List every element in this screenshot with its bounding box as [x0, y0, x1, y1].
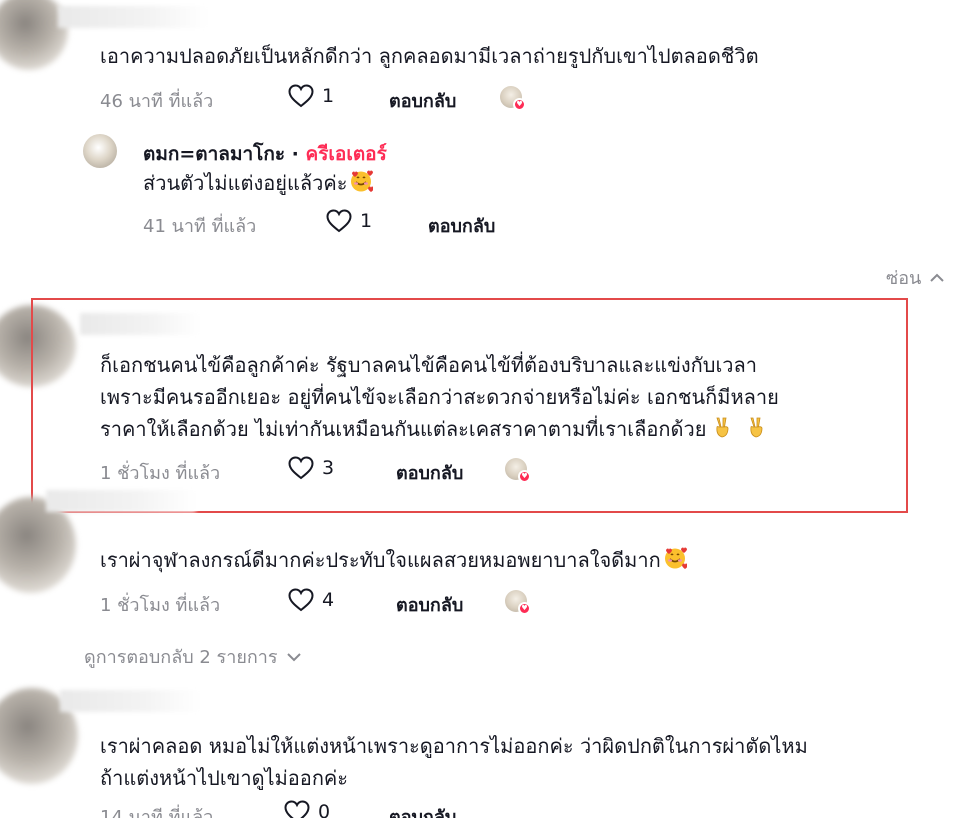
like-count: 0: [318, 801, 331, 818]
creator-heart-badge-icon: ♥: [513, 98, 526, 111]
view-replies-button[interactable]: ดูการตอบกลับ 2 รายการ: [84, 642, 302, 671]
reply-button[interactable]: ตอบกลับ: [428, 211, 495, 240]
comment-time: 46 นาที ที่แล้ว: [100, 91, 214, 112]
heart-outline-icon[interactable]: [288, 84, 314, 108]
like-button[interactable]: 1: [288, 84, 334, 108]
view-replies-label: ดูการตอบกลับ 2 รายการ: [84, 647, 278, 668]
username[interactable]: [60, 690, 200, 712]
like-count: 1: [322, 85, 335, 107]
comment-text-content: เราผ่าจุฬาลงกรณ์ดีมากค่ะประทับใจแผลสวยหม…: [100, 548, 661, 572]
reply-time: 41 นาที ที่แล้ว: [143, 216, 257, 237]
name-separator: ·: [285, 143, 306, 165]
hide-label: ซ่อน: [886, 268, 922, 289]
like-count: 1: [360, 210, 373, 232]
smiling-face-with-hearts-emoji: [663, 546, 687, 570]
heart-outline-icon[interactable]: [288, 588, 314, 612]
author-name[interactable]: ตมก=ตาลมาโกะ: [143, 143, 285, 165]
comment-text: เราผ่าจุฬาลงกรณ์ดีมากค่ะประทับใจแผลสวยหม…: [100, 545, 687, 576]
highlight-box: [31, 298, 908, 513]
like-button[interactable]: 1: [326, 209, 372, 233]
author-avatar[interactable]: [83, 134, 117, 168]
chevron-down-icon: [286, 652, 301, 661]
username[interactable]: [46, 490, 196, 512]
like-button[interactable]: 4: [288, 588, 334, 612]
smiling-face-with-hearts-emoji: [349, 169, 373, 193]
comment-time: 14 นาที ที่แล้ว: [100, 807, 214, 818]
hide-replies-button[interactable]: ซ่อน: [886, 263, 945, 292]
comment-text: ถ้าแต่งหน้าไปเขาดูไม่ออกค่ะ: [100, 766, 349, 790]
heart-outline-icon[interactable]: [284, 800, 310, 818]
reply-button[interactable]: ตอบกลับ: [396, 590, 463, 619]
author-name-line: ตมก=ตาลมาโกะ · ครีเอเตอร์: [143, 139, 387, 169]
reply-text-content: ส่วนตัวไม่แต่งอยู่แล้วค่ะ: [143, 171, 348, 195]
creator-heart-badge-icon: ♥: [518, 602, 531, 615]
reply-button[interactable]: ตอบกลับ: [389, 802, 456, 818]
comment-time: 1 ชั่วโมง ที่แล้ว: [100, 595, 221, 616]
comment-text: เราผ่าคลอด หมอไม่ให้แต่งหน้าเพราะดูอาการ…: [100, 734, 808, 758]
heart-outline-icon[interactable]: [326, 209, 352, 233]
like-count: 4: [322, 589, 335, 611]
creator-badge: ครีเอเตอร์: [305, 143, 387, 165]
reply-text: ส่วนตัวไม่แต่งอยู่แล้วค่ะ: [143, 168, 373, 199]
like-button[interactable]: 0: [284, 800, 330, 818]
username[interactable]: [58, 6, 208, 28]
chevron-up-icon: [930, 273, 945, 282]
reply-button[interactable]: ตอบกลับ: [389, 86, 456, 115]
comment-text: เอาความปลอดภัยเป็นหลักดีกว่า ลูกคลอดมามี…: [100, 44, 759, 68]
